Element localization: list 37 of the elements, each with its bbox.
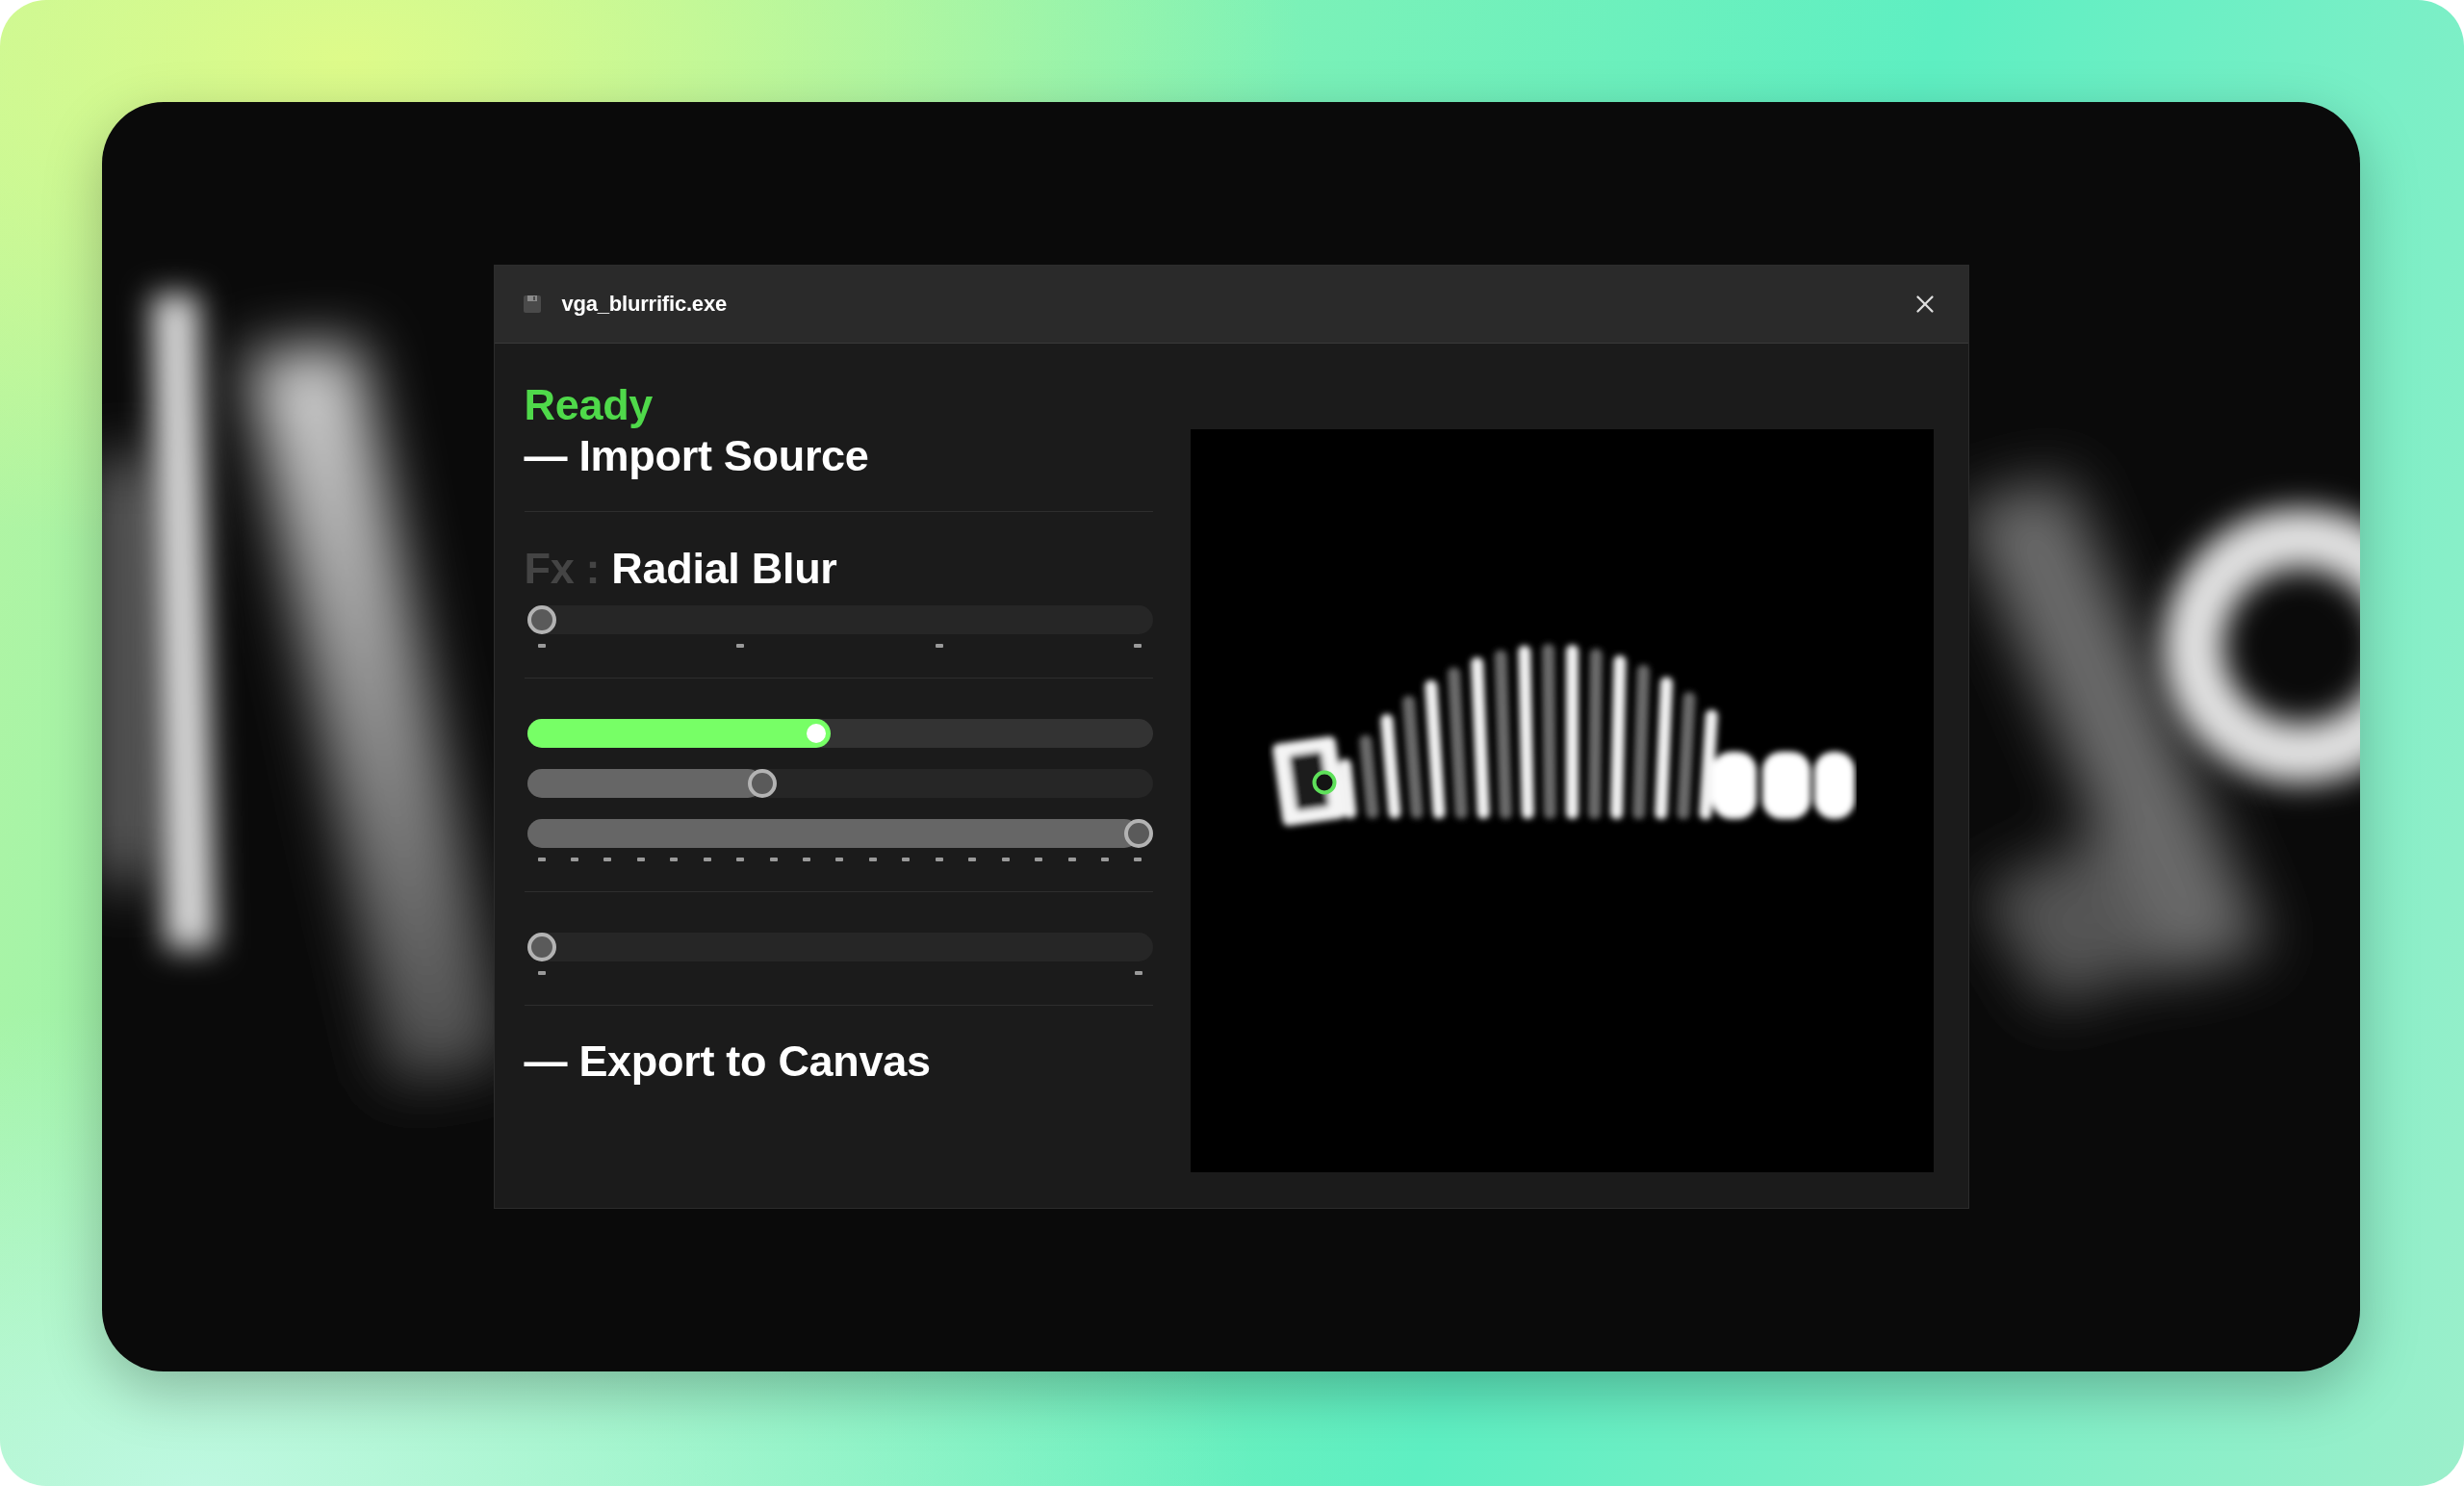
slider-track[interactable] — [526, 933, 1153, 961]
scale-mark-icon — [1035, 858, 1043, 861]
scale-mark-icon — [1134, 644, 1142, 648]
scale-mark-icon — [537, 858, 546, 861]
scale-mark-icon — [703, 858, 711, 861]
slider-track[interactable] — [526, 769, 1153, 798]
slider-thumb[interactable] — [526, 605, 556, 634]
scale-mark-icon — [868, 858, 877, 861]
scale-mark-icon — [636, 858, 645, 861]
scale-mark-icon — [968, 858, 977, 861]
effect-title: Radial Blur — [611, 543, 837, 594]
slider-track[interactable] — [526, 605, 1153, 634]
scale-mark-icon — [1100, 858, 1109, 861]
scale-mark-icon — [537, 644, 546, 648]
scale-mark-icon — [935, 858, 943, 861]
slider-thumb[interactable] — [526, 933, 556, 961]
scale-mark-icon — [736, 858, 745, 861]
scale-mark-icon — [736, 644, 745, 648]
scale-mark-icon — [570, 858, 578, 861]
scale-mark-icon — [803, 858, 810, 861]
scale-mark-icon — [1001, 858, 1010, 861]
status-text: Ready — [524, 379, 654, 430]
scale-mark-icon — [902, 858, 911, 861]
scale-mark-icon — [670, 858, 679, 861]
scale-mark-icon — [935, 644, 943, 648]
import-source-link[interactable]: — Import Source — [524, 430, 869, 481]
scale-mark-icon — [1134, 971, 1142, 975]
scale-mark-icon — [769, 858, 778, 861]
export-to-canvas-link[interactable]: — Export to Canvas — [524, 1036, 931, 1087]
scale-mark-icon — [537, 971, 546, 975]
window-title: vga_blurrific.exe — [561, 292, 727, 317]
scale-mark-icon — [603, 858, 612, 861]
slider-track[interactable] — [526, 719, 1153, 748]
scale-mark-icon — [1067, 858, 1076, 861]
scale-mark-icon — [835, 858, 844, 861]
scale-mark-icon — [1134, 858, 1142, 861]
center-handle-icon[interactable] — [1311, 770, 1337, 795]
